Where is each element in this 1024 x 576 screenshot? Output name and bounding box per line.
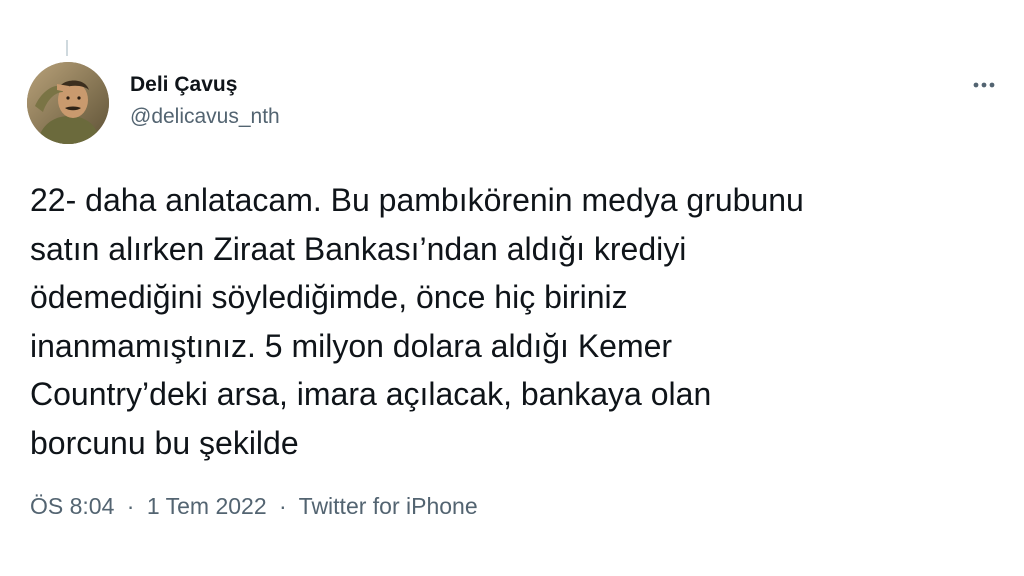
avatar[interactable]	[27, 62, 109, 144]
tweet-source[interactable]: Twitter for iPhone	[299, 493, 478, 519]
meta-separator: ·	[126, 493, 135, 519]
more-options-button[interactable]	[964, 70, 1004, 100]
tweet-text: 22- daha anlatacam. Bu pambıkörenin medy…	[30, 182, 804, 461]
tweet-date[interactable]: 1 Tem 2022	[147, 493, 267, 519]
meta-separator: ·	[279, 493, 287, 519]
tweet-author: Deli Çavuş @delicavus_nth	[130, 72, 280, 130]
thread-connector-line	[66, 40, 68, 56]
tweet-time[interactable]: ÖS 8:04	[30, 493, 114, 519]
avatar-image	[27, 62, 109, 144]
tweet-card: Deli Çavuş @delicavus_nth 22- daha anlat…	[0, 0, 1024, 576]
author-handle[interactable]: @delicavus_nth	[130, 104, 280, 130]
tweet-metadata: ÖS 8:04 · 1 Tem 2022 · Twitter for iPhon…	[30, 491, 478, 521]
more-horizontal-icon	[973, 82, 995, 88]
author-display-name[interactable]: Deli Çavuş	[130, 72, 280, 98]
